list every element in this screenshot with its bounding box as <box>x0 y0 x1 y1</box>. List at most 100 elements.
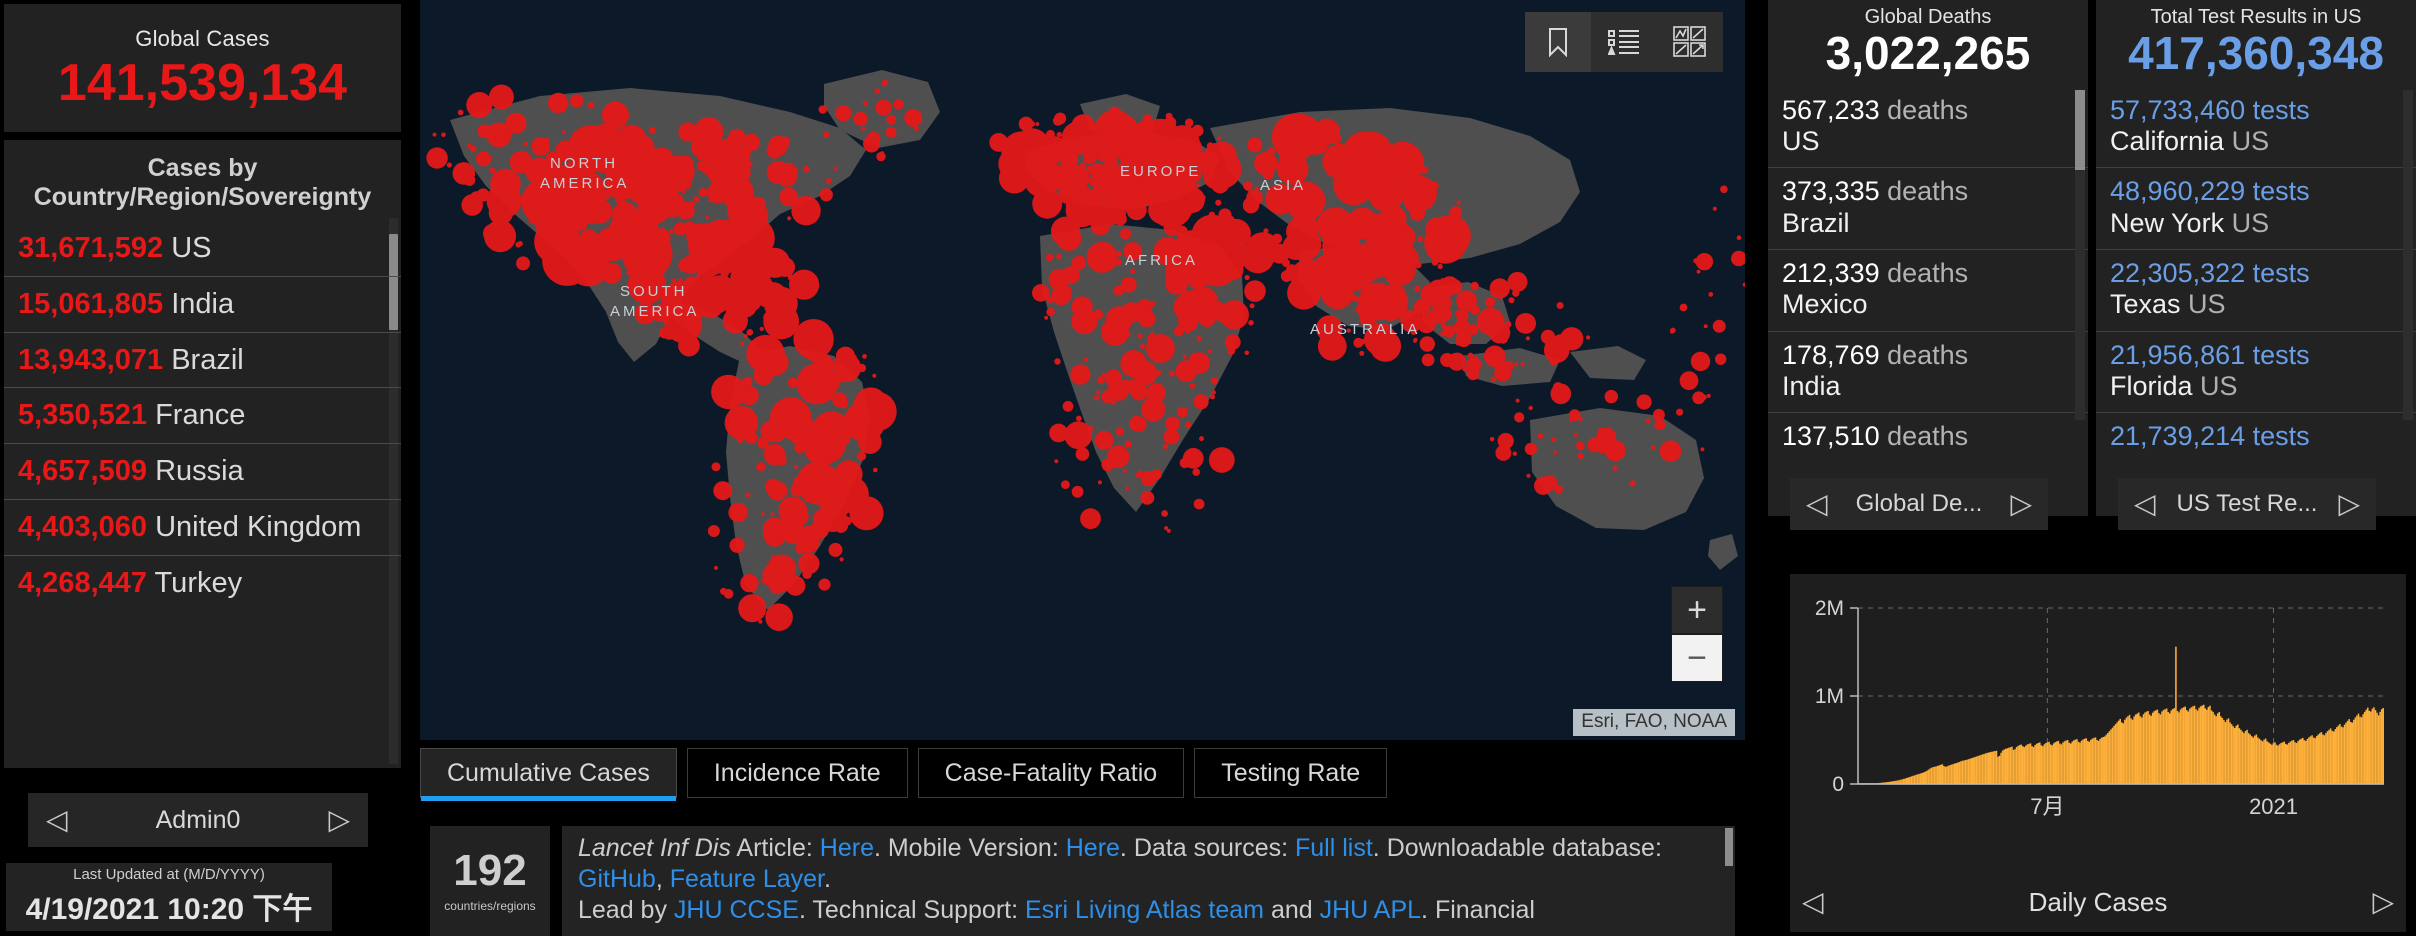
legend-icon[interactable] <box>1591 12 1657 72</box>
panel-row-value: 48,960,229 <box>2110 176 2246 207</box>
cases-by-country-row[interactable]: 13,943,071 Brazil <box>4 331 401 388</box>
cases-by-country-row[interactable]: 5,350,521 France <box>4 387 401 443</box>
us-tests-list: 57,733,460 tests California US 48,960,229 … <box>2096 87 2416 463</box>
panel-row[interactable]: 57,733,460 tests California US <box>2096 87 2416 168</box>
tab-incidence-rate[interactable]: Incidence Rate <box>686 748 908 798</box>
panel-row-unit: tests <box>2245 176 2310 207</box>
panel-row[interactable]: 21,956,861 tests Florida US <box>2096 330 2416 413</box>
cases-by-country-title: Cases by Country/Region/Sovereignty <box>33 154 372 211</box>
link-jhu-ccse[interactable]: JHU CCSE <box>674 896 799 924</box>
countries-counter-value: 192 <box>453 846 527 895</box>
admin0-prev-icon[interactable] <box>46 806 68 834</box>
notes-scroll-thumb[interactable] <box>1725 828 1733 866</box>
notes-seg-2b: , <box>655 865 670 893</box>
global-deaths-list: 567,233 deaths US 373,335 deaths Brazil 212,… <box>1768 87 2088 463</box>
panel-row[interactable]: 48,960,229 tests New York US <box>2096 167 2416 249</box>
svg-text:SOUTH: SOUTH <box>620 283 688 300</box>
notes-seg-3c: and <box>1264 896 1320 924</box>
map-graphic: NORTH AMERICA SOUTH AMERICA EUROPE AFRICA ASIA… <box>420 0 1745 740</box>
cases-row-country: United Kingdom <box>147 510 362 543</box>
tab-testing-rate[interactable]: Testing Rate <box>1194 748 1388 798</box>
link-esri-living-atlas[interactable]: Esri Living Atlas team <box>1025 896 1264 924</box>
map-tab-bar: Cumulative Cases Incidence Rate Case-Fatal… <box>420 748 1745 810</box>
panel-row[interactable]: 21,739,214 tests <box>2096 412 2416 462</box>
admin0-next-icon[interactable] <box>328 806 350 834</box>
panel-row[interactable]: 22,305,322 tests Texas US <box>2096 248 2416 331</box>
admin0-label: Admin0 <box>155 805 241 834</box>
us-tests-pager[interactable]: US Test Re... <box>2118 478 2376 530</box>
link-here-1[interactable]: Here <box>820 834 874 862</box>
tab-cumulative-cases[interactable]: Cumulative Cases <box>420 748 677 801</box>
panel-row[interactable]: 567,233 deaths US <box>1768 87 2088 168</box>
panel-row[interactable]: 137,510 deaths <box>1768 412 2088 462</box>
us-tests-next-icon[interactable] <box>2338 490 2360 518</box>
panel-row-value: 567,233 <box>1782 94 1880 125</box>
daily-cases-pager[interactable]: Daily Cases <box>1790 876 2406 928</box>
panel-row-unit: deaths <box>1879 339 1969 370</box>
cases-row-value: 4,268,447 <box>18 566 148 599</box>
link-here-2[interactable]: Here <box>1066 834 1120 862</box>
link-feature-layer[interactable]: Feature Layer <box>670 865 824 893</box>
map-zoom-controls: + − <box>1671 586 1723 682</box>
admin0-pager[interactable]: Admin0 <box>28 793 368 847</box>
svg-text:AMERICA: AMERICA <box>540 175 629 192</box>
svg-text:AFRICA: AFRICA <box>1125 252 1198 269</box>
panel-row-unit: deaths <box>1879 257 1969 288</box>
notes-lancet-italic: Lancet Inf Dis <box>578 834 731 862</box>
us-tests-value: 417,360,348 <box>2128 27 2384 79</box>
panel-row-place: Mexico <box>1782 289 1868 320</box>
notes-seg-3d: . Financial <box>1421 896 1535 924</box>
zoom-in-button[interactable]: + <box>1671 586 1723 634</box>
panel-row-unit: tests <box>2245 421 2310 452</box>
us-tests-scroll-track[interactable] <box>2403 90 2413 420</box>
global-deaths-next-icon[interactable] <box>2010 490 2032 518</box>
panel-row-place-sub: US <box>2192 370 2238 401</box>
link-full-list[interactable]: Full list <box>1295 834 1373 862</box>
us-tests-prev-icon[interactable] <box>2134 490 2156 518</box>
global-deaths-label: Global Deaths <box>1864 6 1992 28</box>
panel-row-place: Florida <box>2110 370 2193 401</box>
daily-cases-prev-icon[interactable] <box>1802 888 1824 916</box>
link-jhu-apl[interactable]: JHU APL <box>1320 896 1421 924</box>
panel-row-unit: deaths <box>1879 421 1969 452</box>
daily-cases-chart-graphic: 0 1M 2M 7月 2021 <box>1815 597 2384 819</box>
notes-seg-2c: . <box>823 865 831 893</box>
panel-row-place: India <box>1782 370 1841 401</box>
svg-text:0: 0 <box>1832 773 1844 796</box>
panel-row[interactable]: 178,769 deaths India <box>1768 330 2088 413</box>
cases-row-country: US <box>163 232 212 264</box>
cases-by-country-row[interactable]: 4,268,447 Turkey <box>4 554 401 611</box>
zoom-out-button[interactable]: − <box>1671 634 1723 682</box>
daily-cases-chart-card: 0 1M 2M 7月 2021 Daily Cases <box>1790 574 2406 932</box>
panel-row-place-sub: US <box>2180 289 2226 320</box>
map-column: NORTH AMERICA SOUTH AMERICA EUROPE AFRICA ASIA… <box>420 0 1745 936</box>
us-test-results-card: Total Test Results in US 417,360,348 57,… <box>2096 0 2416 516</box>
global-deaths-prev-icon[interactable] <box>1806 490 1828 518</box>
last-updated-value: 4/19/2021 10:20 下午 <box>25 893 313 926</box>
panel-row[interactable]: 373,335 deaths Brazil <box>1768 167 2088 249</box>
cases-by-country-row[interactable]: 4,403,060 United Kingdom <box>4 498 401 555</box>
cases-by-country-row[interactable]: 15,061,805 India <box>4 275 401 332</box>
us-tests-label: Total Test Results in US <box>2150 6 2362 28</box>
cases-row-value: 13,943,071 <box>18 343 164 376</box>
notes-seg-1a: Article: <box>730 834 820 862</box>
panel-row-value: 57,733,460 <box>2110 94 2246 125</box>
map-toolbar <box>1525 12 1723 72</box>
panel-row-value: 137,510 <box>1782 421 1880 452</box>
global-deaths-pager[interactable]: Global De... <box>1790 478 2048 530</box>
daily-cases-next-icon[interactable] <box>2372 888 2394 916</box>
cases-by-country-row[interactable]: 31,671,592 US <box>4 221 401 276</box>
link-github[interactable]: GitHub <box>578 865 656 893</box>
bookmark-icon[interactable] <box>1525 12 1591 72</box>
panel-row[interactable]: 212,339 deaths Mexico <box>1768 248 2088 331</box>
panel-row-place: New York <box>2110 207 2225 238</box>
tab-case-fatality-ratio[interactable]: Case-Fatality Ratio <box>917 748 1185 798</box>
svg-text:NORTH: NORTH <box>550 155 618 172</box>
cases-by-country-row[interactable]: 4,657,509 Russia <box>4 443 401 499</box>
charts-grid-icon[interactable] <box>1657 12 1723 72</box>
global-deaths-scroll-thumb[interactable] <box>2075 90 2085 170</box>
notes-seg-2a: . Downloadable database: <box>1372 834 1662 862</box>
world-map[interactable]: NORTH AMERICA SOUTH AMERICA EUROPE AFRICA ASIA… <box>420 0 1745 740</box>
daily-cases-chart[interactable]: 0 1M 2M 7月 2021 <box>1790 574 2406 846</box>
notes-panel[interactable]: Lancet Inf Dis Article: Here. Mobile Ver… <box>562 826 1735 936</box>
